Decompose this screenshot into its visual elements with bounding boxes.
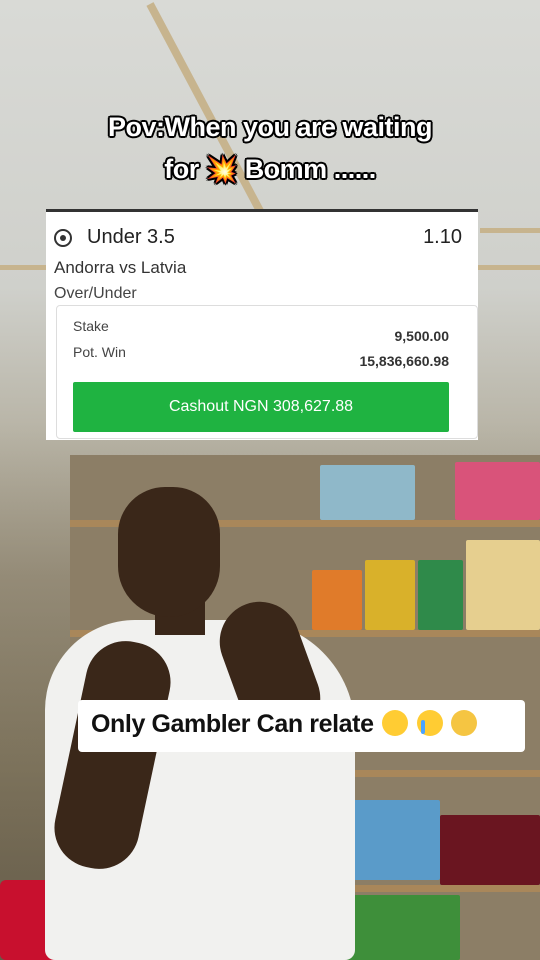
caption-banner: Only Gambler Can relate [78,700,525,752]
stake-panel: Stake 9,500.00 Pot. Win 15,836,660.98 Ca… [56,305,478,439]
product-boxes [455,462,540,520]
market-label: Under 3.5 [87,226,175,248]
product-snacks [466,540,540,630]
product-cans [320,465,415,520]
laughing-crying-emoji-icon [382,710,409,736]
product-snacks [365,560,415,630]
headline-line2: for 💥 Bomm ...... [0,154,540,185]
market-type: Over/Under [54,285,137,302]
product-snacks [312,570,362,630]
headline-line1: Pov:When you are waiting [107,112,433,142]
headline-prefix: for [164,154,199,184]
product-bottles [440,815,540,885]
ceiling-beam [480,228,540,233]
loudly-crying-emoji-icon [416,710,443,736]
caption-text-row: Only Gambler Can relate [91,710,478,739]
video-background [0,0,540,960]
soccer-ball-icon [54,229,72,247]
pot-win-label: Pot. Win [73,344,126,360]
product-snacks [418,560,463,630]
collision-emoji-icon: 💥 [205,154,238,184]
cashout-button[interactable]: Cashout NGN 308,627.88 [73,382,449,432]
match-name: Andorra vs Latvia [54,258,187,277]
person-head [118,487,220,617]
headline-suffix: Bomm ...... [244,154,377,184]
bet-selection-row: Under 3.5 1.10 [54,226,470,250]
pot-win-value: 15,836,660.98 [359,353,449,369]
stake-label: Stake [73,318,109,334]
stake-value: 9,500.00 [394,328,450,344]
sad-sweat-emoji-icon [451,710,478,736]
odds-value: 1.10 [423,226,462,248]
caption-text: Only Gambler Can relate [91,710,374,738]
bet-slip-card: Under 3.5 1.10 Andorra vs Latvia Over/Un… [46,209,478,440]
